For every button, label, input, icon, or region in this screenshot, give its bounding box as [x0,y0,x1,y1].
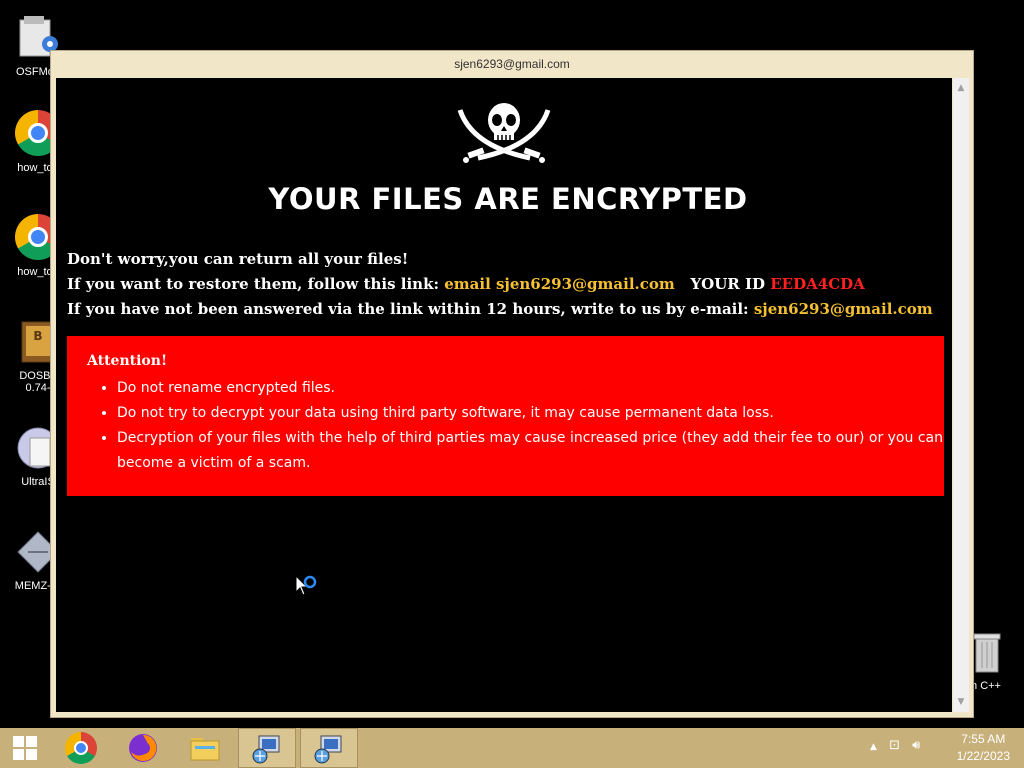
taskbar: ▲ ⊡ 🔊︎ 7:55 AM 1/22/2023 [0,728,1024,768]
skull-crossed-swords-icon [452,98,556,168]
list-item: Do not rename encrypted files. [117,376,952,401]
firefox-icon [129,734,157,762]
headline: YOUR FILES ARE ENCRYPTED [268,182,748,216]
vertical-scrollbar[interactable]: ▲ ▼ [953,78,969,712]
fallback-email[interactable]: sjen6293@gmail.com [754,300,933,318]
clock-date: 1/22/2023 [956,749,1010,763]
taskbar-explorer-button[interactable] [176,728,234,768]
network-app-icon [252,735,280,764]
list-item: Do not try to decrypt your data using th… [117,401,952,426]
desktop: OSFMou how_to_ how_to_ B DOSBo 0.74- Ult… [0,0,1024,728]
list-item: Decryption of your files with the help o… [117,426,952,476]
id-label: YOUR ID [690,275,766,293]
folder-icon [190,738,220,761]
fallback-contact-line: If you have not been answered via the li… [67,300,933,318]
taskbar-chrome-button[interactable] [52,728,110,768]
scroll-up-arrow-icon[interactable]: ▲ [953,80,969,96]
taskbar-firefox-button[interactable] [114,728,172,768]
taskbar-app-button-2[interactable] [300,728,358,768]
attention-box: Attention! Do not rename encrypted files… [67,336,944,496]
network-app-icon [314,735,342,764]
victim-id: EEDA4CDA [770,275,865,293]
clock[interactable]: 7:55 AM 1/22/2023 [957,731,1010,765]
scroll-down-arrow-icon[interactable]: ▼ [953,694,969,710]
windows-logo-icon [13,736,37,760]
clock-time: 7:55 AM [961,732,1006,746]
taskbar-app-button-1[interactable] [238,728,296,768]
restore-prefix: If you want to restore them, follow this… [67,275,439,293]
volume-icon[interactable]: 🔊︎ [912,738,920,753]
attention-title: Attention! [87,353,168,369]
note-content: YOUR FILES ARE ENCRYPTED Don't worry,you… [56,78,952,712]
svg-text:B: B [33,329,42,343]
reassurance-line: Don't worry,you can return all your file… [67,250,409,268]
attention-list: Do not rename encrypted files. Do not tr… [97,376,952,476]
window-title-bar[interactable]: sjen6293@gmail.com [51,51,973,77]
chrome-icon [65,732,97,764]
window-title: sjen6293@gmail.com [454,57,570,71]
network-icon[interactable]: ⊡ [889,738,900,753]
busy-cursor-icon [294,574,320,604]
ransom-note-window[interactable]: sjen6293@gmail.com YOUR FILES ARE ENCRYP… [50,50,974,718]
start-button[interactable] [0,728,50,768]
show-hidden-icons-chevron-icon[interactable]: ▲ [870,742,877,752]
contact-email-link[interactable]: email sjen6293@gmail.com [444,275,675,293]
restore-line: If you want to restore them, follow this… [67,275,865,293]
system-tray: ▲ ⊡ 🔊︎ [870,738,920,753]
fallback-prefix: If you have not been answered via the li… [67,300,749,318]
